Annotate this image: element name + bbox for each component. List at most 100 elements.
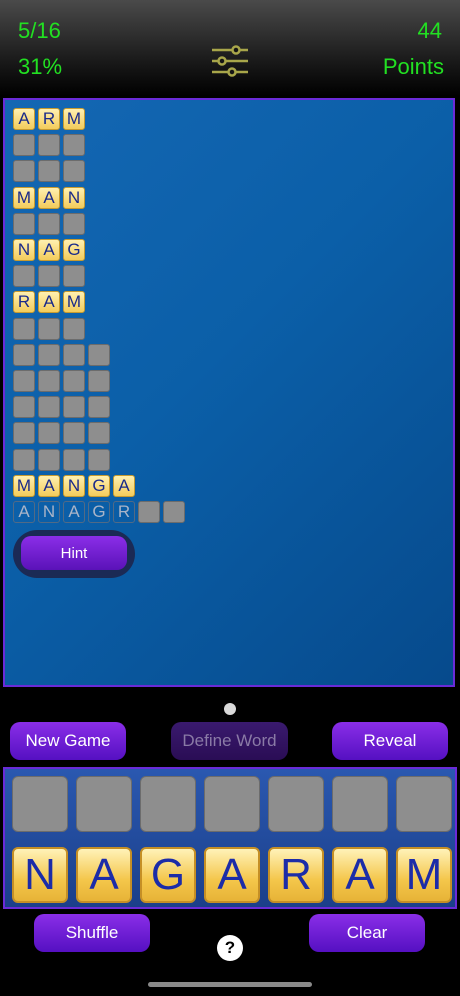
- letter-tile: A: [113, 474, 135, 497]
- rack-letter-tile[interactable]: A: [76, 847, 132, 903]
- points-label: Points: [382, 54, 444, 79]
- empty-letter-tile: [38, 134, 60, 157]
- word-row: [13, 160, 85, 183]
- letter-tile: N: [38, 501, 60, 523]
- word-row: [13, 212, 85, 235]
- answer-slot[interactable]: [268, 776, 324, 832]
- reveal-button[interactable]: Reveal: [332, 722, 448, 760]
- words-found-count: 5/16: [18, 18, 61, 43]
- empty-letter-tile: [63, 396, 85, 419]
- empty-letter-tile: [63, 212, 85, 235]
- letter-tile: R: [113, 501, 135, 523]
- answer-slot[interactable]: [204, 776, 260, 832]
- empty-letter-tile: [13, 422, 35, 445]
- word-row: NAG: [13, 239, 85, 261]
- word-row: MANGA: [13, 474, 135, 497]
- empty-letter-tile: [38, 160, 60, 183]
- empty-letter-tile: [13, 448, 35, 471]
- empty-letter-tile: [38, 370, 60, 392]
- letter-tile: G: [63, 239, 85, 261]
- empty-letter-tile: [63, 370, 85, 392]
- empty-letter-tile: [38, 212, 60, 235]
- letter-tile: A: [13, 501, 35, 523]
- word-row: [13, 448, 110, 471]
- empty-letter-tile: [63, 160, 85, 183]
- letter-tile: M: [13, 474, 35, 497]
- empty-letter-tile: [38, 343, 60, 366]
- word-row: ARM: [13, 108, 85, 130]
- top-bar: 5/16 31% 44 Points: [0, 0, 460, 96]
- word-row: [13, 134, 85, 157]
- help-icon[interactable]: ?: [217, 935, 243, 961]
- letter-tile: R: [13, 291, 35, 314]
- letter-tile: G: [88, 474, 110, 497]
- letter-rack: NAGARAM: [3, 767, 457, 909]
- letter-tile: A: [38, 474, 60, 497]
- define-word-button[interactable]: Define Word: [171, 722, 288, 760]
- empty-letter-tile: [13, 160, 35, 183]
- page-indicator-dot: [224, 703, 236, 715]
- word-row: ANAGR: [13, 501, 185, 523]
- empty-letter-tile: [38, 396, 60, 419]
- word-row: MAN: [13, 186, 85, 209]
- empty-letter-tile: [13, 370, 35, 392]
- letter-tile: A: [13, 108, 35, 130]
- empty-letter-tile: [38, 422, 60, 445]
- word-row: [13, 343, 110, 366]
- rack-letter-tile[interactable]: R: [268, 847, 324, 903]
- home-indicator: [148, 982, 312, 987]
- completion-percent: 31%: [18, 54, 63, 79]
- empty-letter-tile: [13, 343, 35, 366]
- shuffle-button[interactable]: Shuffle: [34, 914, 150, 952]
- empty-letter-tile: [63, 317, 85, 340]
- answer-slot[interactable]: [76, 776, 132, 832]
- letter-tile: A: [38, 239, 60, 261]
- letter-tile: A: [38, 186, 60, 209]
- letter-tile: R: [38, 108, 60, 130]
- empty-letter-tile: [13, 134, 35, 157]
- rack-letter-tile[interactable]: A: [332, 847, 388, 903]
- empty-letter-tile: [13, 396, 35, 419]
- rack-letter-tile[interactable]: A: [204, 847, 260, 903]
- empty-letter-tile: [13, 212, 35, 235]
- letter-tile: M: [63, 108, 85, 130]
- word-row: [13, 317, 85, 340]
- sliders-icon[interactable]: [210, 44, 250, 78]
- letter-tiles: NAGARAM: [12, 847, 452, 903]
- word-row: [13, 265, 85, 288]
- empty-letter-tile: [38, 448, 60, 471]
- hint-button[interactable]: Hint: [21, 536, 127, 570]
- word-row: [13, 396, 110, 419]
- answer-slot[interactable]: [12, 776, 68, 832]
- letter-tile: A: [38, 291, 60, 314]
- empty-letter-tile: [63, 134, 85, 157]
- rack-letter-tile[interactable]: N: [12, 847, 68, 903]
- word-row: [13, 422, 110, 445]
- letter-tile: N: [63, 474, 85, 497]
- empty-letter-tile: [88, 370, 110, 392]
- letter-tile: A: [63, 501, 85, 523]
- empty-letter-tile: [13, 317, 35, 340]
- empty-letter-tile: [63, 448, 85, 471]
- letter-tile: G: [88, 501, 110, 523]
- empty-letter-tile: [63, 343, 85, 366]
- answer-slot[interactable]: [396, 776, 452, 832]
- letter-tile: N: [13, 239, 35, 261]
- rack-letter-tile[interactable]: G: [140, 847, 196, 903]
- hint-button-container: Hint: [13, 530, 135, 578]
- empty-letter-tile: [38, 317, 60, 340]
- word-board: ARMMANNAGRAMMANGAANAGR Hint: [3, 98, 455, 687]
- empty-letter-tile: [13, 265, 35, 288]
- empty-letter-tile: [88, 422, 110, 445]
- empty-letter-tile: [63, 422, 85, 445]
- answer-slot[interactable]: [332, 776, 388, 832]
- answer-slot[interactable]: [140, 776, 196, 832]
- empty-letter-tile: [88, 396, 110, 419]
- clear-button[interactable]: Clear: [309, 914, 425, 952]
- word-row: [13, 370, 110, 392]
- letter-tile: N: [63, 186, 85, 209]
- new-game-button[interactable]: New Game: [10, 722, 126, 760]
- rack-letter-tile[interactable]: M: [396, 847, 452, 903]
- letter-tile: M: [63, 291, 85, 314]
- empty-letter-tile: [163, 501, 185, 523]
